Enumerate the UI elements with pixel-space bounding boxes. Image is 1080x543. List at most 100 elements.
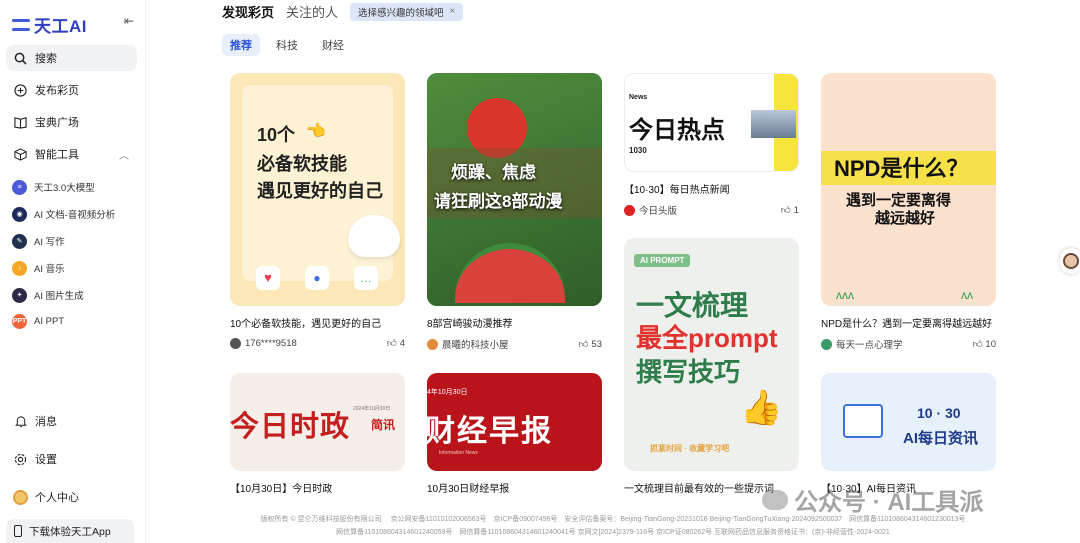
grass-icon: ᴧᴧᴧ [836, 288, 854, 302]
assistant-avatar-button[interactable] [1060, 248, 1080, 274]
card-image[interactable]: 10个 👈 必备软技能 遇见更好的自己 ♥ ● … [230, 73, 405, 306]
nav-profile[interactable]: 个人中心 [6, 484, 137, 510]
image-text: 今日热点 [629, 117, 725, 144]
tab-following[interactable]: 关注的人 [286, 2, 338, 21]
music-icon: ♪ [12, 260, 27, 276]
sidebar: 天工AI ⇤ 搜索 发布彩页 宝典广场 智能工具 ︿ ≡ 天工3.0大模型 ◉ AI… [0, 0, 146, 543]
book-icon [13, 115, 28, 130]
card-image[interactable]: AI PROMPT 一文梳理 最全prompt 撰写技巧 👍 抓紧时间 · 收藏… [624, 238, 799, 471]
tool-tiangong-model[interactable]: ≡ 天工3.0大模型 [12, 177, 95, 197]
card-title[interactable]: 【10·30】每日热点新闻 [624, 181, 799, 196]
feed-card[interactable]: News 今日热点 1030 【10·30】每日热点新闻 今日头版 👍︎ 1 [624, 73, 799, 217]
search-icon [13, 51, 28, 66]
image-text: 2024年10月30日 [353, 406, 391, 412]
nav-messages[interactable]: 消息 [6, 408, 137, 434]
author-name: 晨曦的科技小屋 [442, 340, 509, 351]
hint-text: 选择感兴趣的领域吧 [358, 7, 444, 19]
card-author[interactable]: 每天一点心理学 [821, 337, 903, 351]
nav-settings[interactable]: 设置 [6, 446, 137, 472]
header-tabs: 发现彩页 关注的人 选择感兴趣的领域吧 × [222, 2, 464, 21]
tool-label: AI 图片生成 [34, 291, 84, 302]
tool-label: AI 音乐 [34, 264, 65, 275]
interest-hint[interactable]: 选择感兴趣的领域吧 × [350, 2, 464, 21]
tool-music[interactable]: ♪ AI 音乐 [12, 258, 65, 278]
like-button[interactable]: 👍︎ 10 [972, 338, 996, 351]
collapse-left-icon[interactable]: ⇤ [124, 14, 134, 28]
feed-card[interactable]: NPD是什么？ 遇到一定要离得 越远越好 ᴧᴧᴧ ᴧᴧ NPD是什么？遇到一定要… [821, 73, 996, 351]
feed-card[interactable]: 10 · 30 AI每日资讯 【10·30】AI每日资讯 [821, 373, 996, 495]
image-text: 10 · 30 [917, 405, 961, 421]
card-meta: 今日头版 👍︎ 1 [624, 203, 799, 217]
nav-library[interactable]: 宝典广场 [6, 109, 137, 135]
tool-label: 天工3.0大模型 [34, 183, 95, 194]
watermark-text: 公众号 · AI工具派 [794, 489, 984, 516]
image-text: 遇见更好的自己 [257, 181, 383, 201]
author-name: 每天一点心理学 [836, 340, 903, 351]
feed-card[interactable]: 10个 👈 必备软技能 遇见更好的自己 ♥ ● … 10个必备软技能，遇见更好的… [230, 73, 405, 349]
like-button[interactable]: 👍︎ 4 [387, 337, 405, 350]
heart-icon: ♥ [256, 266, 280, 290]
card-title[interactable]: 8部宫崎骏动漫推荐 [427, 315, 602, 330]
app-logo[interactable]: 天工AI [12, 12, 87, 37]
chip-finance[interactable]: 财经 [314, 34, 352, 56]
card-title[interactable]: NPD是什么？遇到一定要离得越远越好 [821, 315, 996, 330]
card-author[interactable]: 今日头版 [624, 203, 677, 217]
pen-icon: ✎ [12, 233, 27, 249]
image-text: 今日时政 [230, 411, 351, 443]
tool-ppt[interactable]: PPT AI PPT [12, 311, 64, 331]
model-icon: ≡ [12, 179, 27, 195]
wechat-icon [762, 489, 788, 510]
feed-card[interactable]: 4年10月30日 财经早报 Information News 10月30日财经早… [427, 373, 602, 495]
avatar [624, 204, 635, 216]
nav-label: 设置 [35, 454, 57, 466]
card-author[interactable]: 晨曦的科技小屋 [427, 337, 509, 351]
card-author[interactable]: 176****9518 [230, 337, 297, 349]
nav-label: 宝典广场 [35, 117, 79, 129]
tool-writing[interactable]: ✎ AI 写作 [12, 231, 65, 251]
nav-label: 智能工具 [35, 149, 79, 161]
like-count: 1 [793, 204, 799, 216]
close-icon[interactable]: × [450, 6, 456, 17]
thumbs-up-icon: 👍︎ [972, 339, 983, 350]
download-app-button[interactable]: 下载体验天工App [6, 519, 134, 543]
card-title[interactable]: 10个必备软技能，遇见更好的自己 [230, 315, 405, 330]
nav-search[interactable]: 搜索 [6, 45, 137, 71]
feed-card[interactable]: 今日时政 2024年10月30日 简讯 【10月30日】今日时政 [230, 373, 405, 495]
city-photo [751, 110, 796, 138]
like-count: 53 [591, 338, 602, 350]
thumbs-up-illustration: 👍 [740, 389, 783, 427]
like-count: 4 [399, 337, 405, 349]
footer: 版权所有 © 昆仑万维科技股份有限公司 京公网安备11010102006563号… [146, 513, 1080, 539]
card-image[interactable]: News 今日热点 1030 [624, 73, 799, 172]
card-meta: 每天一点心理学 👍︎ 10 [821, 337, 996, 351]
nav-tools[interactable]: 智能工具 ︿ [6, 141, 137, 167]
card-image[interactable]: NPD是什么？ 遇到一定要离得 越远越好 ᴧᴧᴧ ᴧᴧ [821, 73, 996, 306]
image-text: 必备软技能 [257, 154, 347, 174]
card-image[interactable]: 4年10月30日 财经早报 Information News [427, 373, 602, 471]
card-title[interactable]: 【10月30日】今日时政 [230, 480, 405, 495]
footer-line: 网信算备110108604314601240059号 网信算备110108604… [336, 529, 890, 536]
card-image[interactable]: 今日时政 2024年10月30日 简讯 [230, 373, 405, 471]
chip-recommend[interactable]: 推荐 [222, 34, 260, 56]
like-button[interactable]: 👍︎ 1 [781, 204, 799, 217]
chip-tech[interactable]: 科技 [268, 34, 306, 56]
image-text: AI PROMPT [634, 254, 691, 267]
card-image[interactable]: 10 · 30 AI每日资讯 [821, 373, 996, 471]
gear-icon [13, 452, 28, 467]
plus-circle-icon [13, 83, 28, 98]
like-button[interactable]: 👍︎ 53 [578, 338, 602, 351]
image-text: 1030 [629, 146, 647, 155]
tool-label: AI 文档-音视频分析 [34, 210, 116, 221]
tool-doc-analysis[interactable]: ◉ AI 文档-音视频分析 [12, 204, 115, 224]
chevron-up-icon[interactable]: ︿ [119, 147, 129, 162]
thumbs-up-icon: 👍︎ [578, 339, 589, 350]
tool-image-gen[interactable]: ✦ AI 图片生成 [12, 285, 84, 305]
nav-publish[interactable]: 发布彩页 [6, 77, 137, 103]
feed-card[interactable]: AI PROMPT 一文梳理 最全prompt 撰写技巧 👍 抓紧时间 · 收藏… [624, 238, 799, 495]
card-image[interactable]: 烦躁、焦虑 请狂刷这8部动漫 [427, 73, 602, 306]
feed-card[interactable]: 烦躁、焦虑 请狂刷这8部动漫 8部宫崎骏动漫推荐 晨曦的科技小屋 👍︎ 53 [427, 73, 602, 351]
tab-discover[interactable]: 发现彩页 [222, 2, 274, 21]
author-name: 今日头版 [639, 206, 678, 217]
card-title[interactable]: 10月30日财经早报 [427, 480, 602, 495]
cube-icon [13, 147, 28, 162]
